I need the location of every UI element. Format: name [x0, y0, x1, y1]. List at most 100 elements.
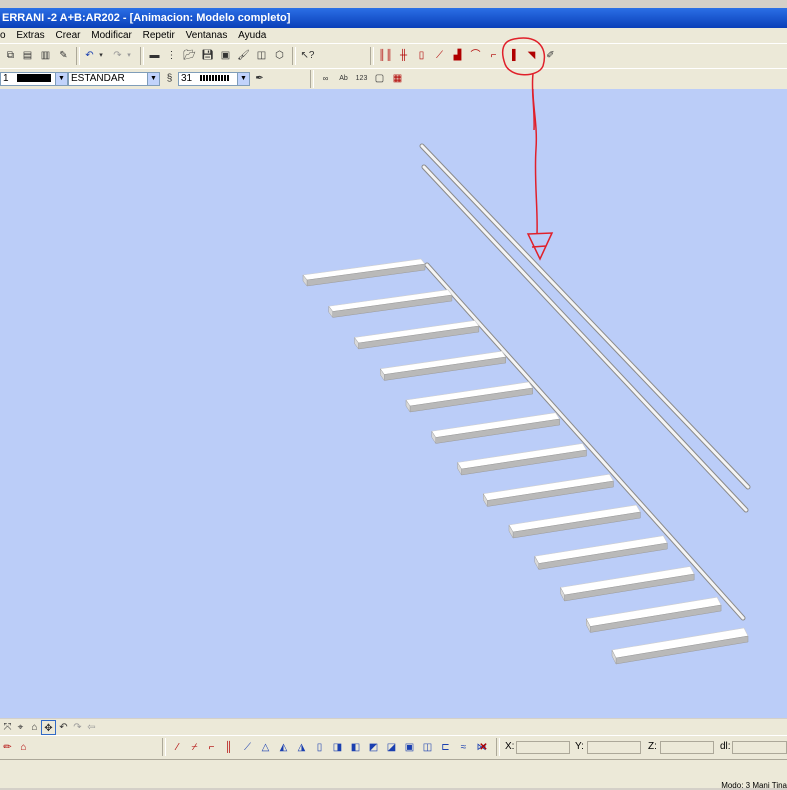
tool-10-icon[interactable]: ◨ — [330, 740, 345, 755]
layer-pattern — [199, 75, 230, 82]
hatch-icon[interactable]: ▦ — [390, 71, 405, 86]
lower-handrail — [422, 165, 748, 512]
help-pointer-icon[interactable]: ↖? — [300, 48, 315, 63]
annotation-arrow-head — [526, 232, 554, 261]
pen-edit-icon[interactable]: ✒ — [252, 71, 267, 86]
view-back-icon[interactable]: ↶ — [56, 720, 71, 735]
tool-4-icon[interactable]: ║ — [221, 740, 236, 755]
pencil-icon[interactable]: ✏ — [0, 740, 15, 755]
menu-item-modificar[interactable]: Modificar — [87, 28, 136, 43]
format-toolbar: 1 ▼ ESTANDAR ▼ § 31 ▼ ✒ ∞ Ab 123 ▢ ▦ — [0, 68, 787, 90]
construction-toolbar: ✏ ⌂ ⁄ ⌿ ⌐ ║ ⟋ △ ◭ ◮ ▯ ◨ ◧ ◩ ◪ ▣ ◫ ⊏ ≈ ⋈ … — [0, 735, 787, 760]
paste-icon[interactable]: ▤ — [20, 48, 35, 63]
menu-item-ventanas[interactable]: Ventanas — [182, 28, 232, 43]
number-icon[interactable]: 123 — [354, 71, 369, 86]
animation-viewport[interactable] — [0, 89, 787, 718]
tool-9-icon[interactable]: ▯ — [312, 740, 327, 755]
dl-field[interactable] — [732, 741, 787, 754]
menu-item-extras[interactable]: Extras — [12, 28, 48, 43]
delete-icon[interactable]: ✕ — [476, 740, 491, 755]
tool-7-icon[interactable]: ◭ — [276, 740, 291, 755]
layer-number: 31 — [181, 73, 193, 84]
tool-8-icon[interactable]: ◮ — [294, 740, 309, 755]
x-coordinate-field[interactable] — [516, 741, 570, 754]
z-label: Z: — [648, 741, 657, 752]
standard-toolbar: ⧉ ▤ ▥ ✎ ↶ ▾ ↷ ▾ ▬ ⋮ 📂︎ 💾︎ ▣ 🖌︎ ◫ ⬡ ↖? ║║… — [0, 43, 787, 69]
railing-posts-icon[interactable]: ╫ — [396, 48, 411, 63]
line-type-select[interactable]: ESTANDAR ▼ — [68, 72, 160, 86]
view-toolbar: ⤧ ⌖ ⌂ ✥ ↶ ↷ ⇦ — [0, 719, 787, 735]
menu-item-repetir[interactable]: Repetir — [139, 28, 179, 43]
x-label: X: — [505, 741, 515, 752]
chevron-down-icon[interactable]: ▼ — [147, 73, 159, 85]
layer-select[interactable]: 31 ▼ — [178, 72, 250, 86]
pen-select[interactable]: 1 ▼ — [0, 72, 68, 86]
pan-icon[interactable]: ✥ — [41, 720, 56, 735]
curved-rail-icon[interactable]: ⌒ — [468, 48, 483, 63]
view-prev-icon[interactable]: ⇦ — [84, 720, 99, 735]
cube-icon[interactable]: ⬡ — [272, 48, 287, 63]
y-label: Y: — [575, 741, 584, 752]
format-painter-icon[interactable]: ✎ — [56, 48, 71, 63]
zoom-all-icon[interactable]: ⌂ — [27, 720, 42, 735]
layer-link-icon[interactable]: § — [162, 71, 177, 86]
post-icon[interactable]: ▌ — [508, 48, 523, 63]
menu-item-file[interactable]: o — [0, 28, 10, 43]
tool-16-icon[interactable]: ⊏ — [438, 740, 453, 755]
handrail-end-icon[interactable]: ⌐ — [486, 48, 501, 63]
tool-14-icon[interactable]: ▣ — [402, 740, 417, 755]
y-coordinate-field[interactable] — [587, 741, 641, 754]
line-type-value: ESTANDAR — [71, 73, 125, 84]
edit-rail-icon[interactable]: ✐ — [543, 48, 558, 63]
annotation-arrow-line — [532, 89, 538, 235]
dl-label: dl: — [720, 741, 731, 752]
house-icon[interactable]: ⌂ — [16, 740, 31, 755]
staircase-model — [302, 89, 751, 665]
stair-handrail-icon[interactable]: ◥ — [524, 48, 539, 63]
tool-15-icon[interactable]: ◫ — [420, 740, 435, 755]
tool-2-icon[interactable]: ⌿ — [187, 740, 202, 755]
diagonal-railing-icon[interactable]: ⟋ — [432, 48, 447, 63]
tool-1-icon[interactable]: ⁄ — [170, 740, 185, 755]
tool-3-icon[interactable]: ⌐ — [204, 740, 219, 755]
pen-number: 1 — [3, 73, 9, 84]
chevron-down-icon[interactable]: ▼ — [55, 73, 67, 85]
view-forward-icon[interactable]: ↷ — [70, 720, 85, 735]
text-icon[interactable]: ▣ — [218, 48, 233, 63]
tool-5-icon[interactable]: ⟋ — [240, 740, 255, 755]
ruler-icon[interactable]: ▬ — [147, 48, 162, 63]
zoom-window-icon[interactable]: ⌖ — [13, 720, 28, 735]
undo-icon[interactable]: ↶ — [82, 48, 97, 63]
status-text: Modo: 3 Mani Tina — [721, 781, 787, 790]
menu-item-crear[interactable]: Crear — [51, 28, 84, 43]
redo-icon[interactable]: ↷ — [110, 48, 125, 63]
railing-panel-icon[interactable]: ▯ — [414, 48, 429, 63]
z-coordinate-field[interactable] — [660, 741, 714, 754]
title-bar: ERRANI -2 A+B:AR202 - [Animacion: Modelo… — [0, 8, 787, 28]
dimension-icon[interactable]: ⋮ — [164, 48, 179, 63]
chevron-down-icon[interactable]: ▼ — [237, 73, 249, 85]
status-bar: Modo: 3 Mani Tina — [0, 759, 787, 790]
redo-dropdown-icon[interactable]: ▾ — [125, 48, 133, 63]
tool-12-icon[interactable]: ◩ — [366, 740, 381, 755]
tool-11-icon[interactable]: ◧ — [348, 740, 363, 755]
copy-icon[interactable]: ⧉ — [3, 48, 18, 63]
tool-13-icon[interactable]: ◪ — [384, 740, 399, 755]
tool-6-icon[interactable]: △ — [258, 740, 273, 755]
pattern-icon[interactable]: ∞ — [318, 71, 333, 86]
undo-dropdown-icon[interactable]: ▾ — [97, 48, 105, 63]
open-folder-icon[interactable]: 📂︎ — [182, 48, 197, 63]
tool-17-icon[interactable]: ≈ — [456, 740, 471, 755]
brush-icon[interactable]: 🖌︎ — [236, 48, 251, 63]
menu-bar: o Extras Crear Modificar Repetir Ventana… — [0, 28, 787, 43]
text-style-icon[interactable]: Ab — [336, 71, 351, 86]
wall-block-icon[interactable]: ▟ — [450, 48, 465, 63]
railing-bars-icon[interactable]: ║║ — [378, 48, 393, 63]
pen-swatch — [17, 74, 52, 83]
menu-item-ayuda[interactable]: Ayuda — [234, 28, 270, 43]
save-icon[interactable]: 💾︎ — [200, 48, 215, 63]
frame-icon[interactable]: ▢ — [372, 71, 387, 86]
paste-special-icon[interactable]: ▥ — [38, 48, 53, 63]
window-title: ERRANI -2 A+B:AR202 - [Animacion: Modelo… — [2, 12, 291, 24]
layers-icon[interactable]: ◫ — [254, 48, 269, 63]
